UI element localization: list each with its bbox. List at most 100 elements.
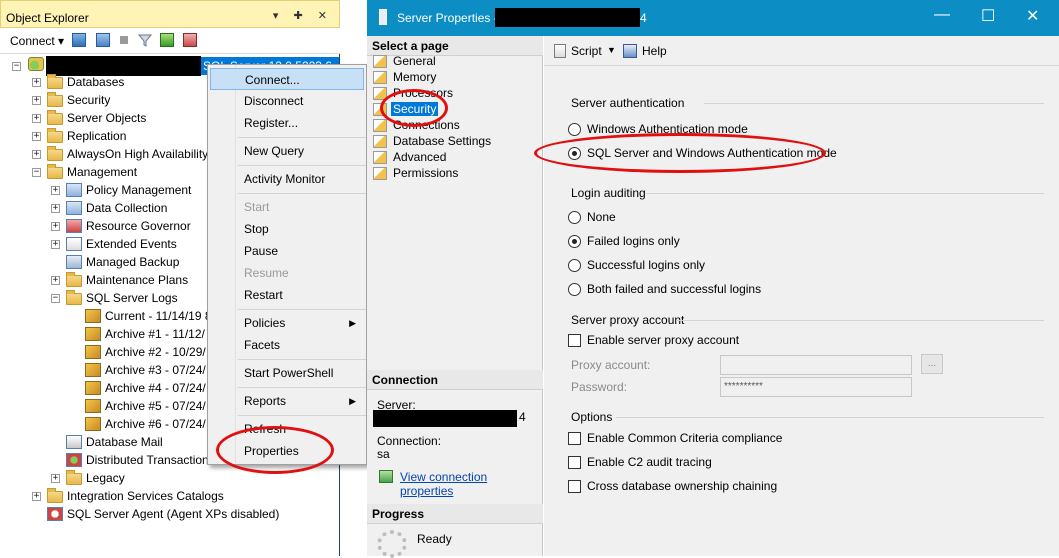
- tree-node-label: Management: [67, 165, 138, 179]
- agent-icon: [47, 507, 63, 521]
- audit-none-radio[interactable]: [568, 211, 581, 224]
- distributed-transaction-icon: [66, 453, 82, 467]
- folder-icon: [47, 92, 63, 107]
- page-label: Connections: [393, 118, 460, 132]
- maximize-button[interactable]: ☐: [981, 6, 995, 26]
- menu-item-restart[interactable]: Restart: [210, 284, 364, 306]
- expand-toggle[interactable]: +: [51, 186, 60, 195]
- context-menu: Connect... Disconnect Register... New Qu…: [207, 64, 367, 465]
- expand-toggle[interactable]: +: [32, 150, 41, 159]
- menu-separator: [238, 193, 366, 194]
- enable-proxy-checkbox[interactable]: [568, 334, 581, 347]
- audit-successful-radio[interactable]: [568, 259, 581, 272]
- properties-toolbar: Script ▼ Help: [544, 36, 1059, 66]
- object-explorer-titlebar: Object Explorer ▾ ✚ ✕: [0, 0, 340, 28]
- page-icon: [373, 71, 387, 84]
- page-label: Memory: [393, 70, 437, 84]
- expand-toggle[interactable]: +: [51, 222, 60, 231]
- tree-node-label: Archive #6 - 07/24/: [105, 417, 206, 431]
- progress-status: Ready: [417, 532, 452, 546]
- expand-toggle[interactable]: +: [51, 240, 60, 249]
- page-icon: [373, 151, 387, 164]
- select-page-header: Select a page: [367, 36, 543, 56]
- log-file-icon: [85, 345, 101, 359]
- menu-item-start: Start: [244, 200, 270, 214]
- tree-node-label: Archive #5 - 07/24/: [105, 399, 206, 413]
- expand-toggle[interactable]: +: [51, 276, 60, 285]
- cross-db-chaining-label: Cross database ownership chaining: [587, 479, 778, 493]
- c2-audit-label: Enable C2 audit tracing: [587, 455, 712, 469]
- collapse-toggle[interactable]: −: [32, 168, 41, 177]
- cross-db-chaining-checkbox[interactable]: [568, 480, 581, 493]
- expand-toggle[interactable]: +: [32, 492, 41, 501]
- filter-icon[interactable]: [137, 33, 153, 47]
- log-file-icon: [85, 417, 101, 431]
- menu-item-register[interactable]: Register...: [210, 112, 364, 134]
- menu-item-refresh[interactable]: Refresh: [210, 418, 364, 440]
- connect-object-explorer-icon[interactable]: [72, 33, 86, 47]
- connection-value: sa: [377, 447, 390, 461]
- server-properties-titlebar: Server Properties - 4 — ☐ ✕: [367, 0, 1059, 36]
- stop-icon[interactable]: [120, 36, 128, 44]
- help-button[interactable]: Help: [642, 44, 667, 58]
- proxy-account-label: Proxy account:: [571, 358, 651, 372]
- tree-node-label: Archive #3 - 07/24/: [105, 363, 206, 377]
- help-icon: [623, 44, 637, 58]
- menu-item-start-powershell[interactable]: Start PowerShell: [210, 362, 364, 384]
- expand-toggle[interactable]: +: [51, 474, 60, 483]
- folder-icon: [47, 74, 63, 89]
- folder-icon: [66, 272, 82, 287]
- tree-node-label: Distributed Transaction: [86, 453, 209, 467]
- redacted-server-value: [373, 410, 517, 427]
- mixed-auth-radio[interactable]: [568, 147, 581, 160]
- connection-properties-icon: [379, 470, 393, 483]
- group-divider: [616, 417, 1044, 418]
- minimize-button[interactable]: —: [934, 6, 950, 24]
- windows-auth-radio[interactable]: [568, 123, 581, 136]
- menu-item-properties[interactable]: Properties: [210, 440, 364, 462]
- tree-node-label: Integration Services Catalogs: [67, 489, 224, 503]
- activity-monitor-icon[interactable]: [183, 33, 197, 47]
- expand-toggle[interactable]: +: [32, 96, 41, 105]
- panel-window-buttons[interactable]: ▾ ✚ ✕: [273, 9, 333, 22]
- disconnect-icon[interactable]: [96, 33, 110, 47]
- menu-item-facets[interactable]: Facets: [210, 334, 364, 356]
- expand-toggle[interactable]: +: [32, 114, 41, 123]
- refresh-icon[interactable]: [160, 33, 174, 47]
- object-explorer-title: Object Explorer: [6, 11, 89, 25]
- script-button[interactable]: Script: [571, 44, 602, 58]
- menu-item-stop[interactable]: Stop: [210, 218, 364, 240]
- close-button[interactable]: ✕: [1026, 6, 1039, 26]
- script-icon: [554, 44, 566, 58]
- progress-spinner-icon: [377, 530, 407, 558]
- script-dropdown-chevron-icon[interactable]: ▼: [607, 45, 616, 55]
- view-connection-properties-link[interactable]: View connection properties: [400, 470, 542, 498]
- menu-item-new-query[interactable]: New Query: [210, 140, 364, 162]
- tree-node-label: Extended Events: [86, 237, 177, 251]
- audit-failed-radio[interactable]: [568, 235, 581, 248]
- options-group-title: Options: [571, 410, 613, 424]
- expand-toggle[interactable]: +: [32, 78, 41, 87]
- menu-item-pause[interactable]: Pause: [210, 240, 364, 262]
- tree-node-label: Policy Management: [86, 183, 192, 197]
- expand-toggle[interactable]: +: [51, 204, 60, 213]
- tree-node-label: SQL Server Agent (Agent XPs disabled): [67, 507, 280, 521]
- menu-item-disconnect[interactable]: Disconnect: [210, 90, 364, 112]
- menu-item-activity-monitor[interactable]: Activity Monitor: [210, 168, 364, 190]
- menu-item-connect[interactable]: Connect...: [210, 68, 364, 90]
- menu-item-reports[interactable]: Reports ▶: [210, 390, 364, 412]
- menu-item-policies[interactable]: Policies ▶: [210, 312, 364, 334]
- common-criteria-checkbox[interactable]: [568, 432, 581, 445]
- log-file-icon: [85, 327, 101, 341]
- connect-dropdown-button[interactable]: Connect ▾: [10, 34, 64, 48]
- audit-both-radio[interactable]: [568, 283, 581, 296]
- expand-toggle[interactable]: +: [32, 132, 41, 141]
- c2-audit-checkbox[interactable]: [568, 456, 581, 469]
- tree-node-label: Server Objects: [67, 111, 147, 125]
- windows-auth-label: Windows Authentication mode: [587, 122, 748, 136]
- tree-node-label: Archive #4 - 07/24/: [105, 381, 206, 395]
- tree-node-label: Resource Governor: [86, 219, 191, 233]
- menu-separator: [238, 387, 366, 388]
- enable-proxy-label: Enable server proxy account: [587, 333, 740, 347]
- collapse-toggle[interactable]: −: [51, 294, 60, 303]
